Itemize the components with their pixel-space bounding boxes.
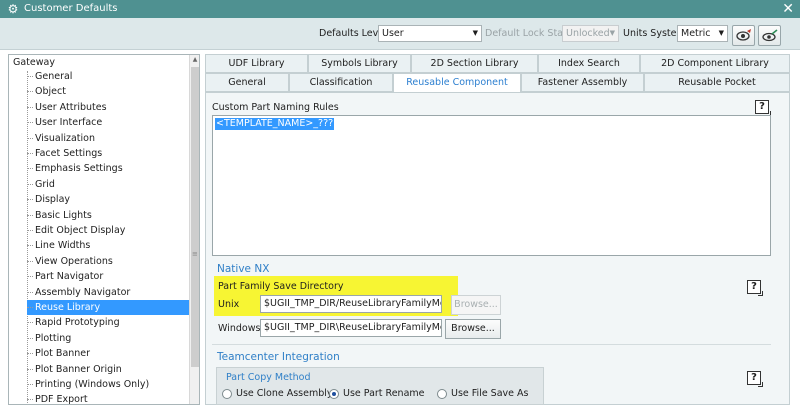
tab-udf-library[interactable]: UDF Library	[205, 54, 308, 73]
defaults-level-select[interactable]: User ▼	[378, 25, 482, 42]
lock-pointer-button[interactable]	[758, 25, 781, 46]
option-label: Use Clone Assembly	[236, 388, 333, 399]
tree-item-reuse-library[interactable]: Reuse Library	[27, 300, 189, 315]
section-divider	[212, 344, 771, 345]
native-nx-header: Native NX	[217, 263, 270, 275]
option-label: Use Part Rename	[343, 388, 425, 399]
windows-label: Windows	[218, 323, 261, 334]
tree-item-plot-banner[interactable]: Plot Banner	[27, 346, 189, 361]
part-copy-method-group: Part Copy Method Use Clone Assembly Use …	[216, 367, 544, 405]
tab-2d-component-library[interactable]: 2D Component Library	[640, 54, 790, 73]
view-filter-button[interactable]	[732, 25, 755, 46]
radio-use-file-save-as[interactable]	[437, 389, 447, 399]
tab-reusable-component[interactable]: Reusable Component	[393, 73, 521, 94]
tab-2d-section-library[interactable]: 2D Section Library	[411, 54, 538, 73]
option-label: Use File Save As	[451, 388, 529, 399]
window-title: Customer Defaults	[24, 3, 118, 14]
tab-general[interactable]: General	[205, 73, 289, 92]
defaults-toolbar: Defaults Level User ▼ Default Lock State…	[0, 18, 800, 50]
tree-item-user-attributes[interactable]: User Attributes	[27, 100, 189, 115]
tree-item-grid[interactable]: Grid	[27, 177, 189, 192]
close-button[interactable]: ✕	[782, 1, 794, 17]
tree-item-rapid-prototyping[interactable]: Rapid Prototyping	[27, 315, 189, 330]
default-lock-state-value: Unlocked	[566, 28, 610, 39]
chevron-down-icon: ▼	[718, 29, 724, 37]
teamcenter-integration-header: Teamcenter Integration	[217, 351, 340, 363]
tree-item-user-interface[interactable]: User Interface	[27, 115, 189, 130]
tab-reusable-pocket[interactable]: Reusable Pocket	[644, 73, 790, 92]
chevron-down-icon: ▼	[472, 29, 478, 37]
scroll-grip-icon: ≡	[192, 250, 198, 258]
scrollbar-thumb[interactable]	[191, 67, 199, 367]
title-bar: ⚙ Customer Defaults ✕	[0, 0, 800, 18]
tree-item-facet-settings[interactable]: Facet Settings	[27, 146, 189, 161]
tab-fastener-assembly[interactable]: Fastener Assembly	[521, 73, 644, 92]
default-lock-state-label: Default Lock State	[485, 28, 573, 39]
tree-item-object[interactable]: Object	[27, 84, 189, 99]
eye-filter-icon	[736, 29, 751, 41]
units-system-select[interactable]: Metric ▼	[677, 25, 728, 42]
tree-item-basic-lights[interactable]: Basic Lights	[27, 208, 189, 223]
custom-naming-label: Custom Part Naming Rules	[212, 102, 339, 113]
tree-item-pdf-export[interactable]: PDF Export	[27, 392, 189, 404]
tree-item-line-widths[interactable]: Line Widths	[27, 238, 189, 253]
eye-lock-icon	[762, 29, 778, 42]
windows-browse-button[interactable]: Browse...	[445, 319, 501, 339]
tab-classification[interactable]: Classification	[289, 73, 393, 92]
reusable-component-panel: Custom Part Naming Rules ? <TEMPLATE_NAM…	[205, 92, 790, 405]
part-copy-method-label: Part Copy Method	[226, 372, 311, 383]
tree-item-edit-object-display[interactable]: Edit Object Display	[27, 223, 189, 238]
part-family-save-directory-label: Part Family Save Directory	[218, 281, 344, 292]
defaults-level-label: Defaults Level	[319, 28, 387, 39]
tree-item-view-operations[interactable]: View Operations	[27, 254, 189, 269]
chevron-down-icon: ▼	[609, 29, 615, 37]
radio-use-part-rename[interactable]	[329, 389, 339, 399]
tree-scrollbar[interactable]: ▲ ≡	[189, 55, 199, 404]
tree-item-plot-banner-origin[interactable]: Plot Banner Origin	[27, 362, 189, 377]
tree-item-part-navigator[interactable]: Part Navigator	[27, 269, 189, 284]
tree-item-assembly-navigator[interactable]: Assembly Navigator	[27, 285, 189, 300]
tree-item-general[interactable]: General	[27, 69, 189, 84]
tab-index-search[interactable]: Index Search	[538, 54, 640, 73]
unix-browse-button[interactable]: Browse...	[451, 295, 501, 315]
help-icon[interactable]: ?	[747, 280, 763, 296]
gear-icon: ⚙	[7, 2, 19, 16]
tree-item-emphasis-settings[interactable]: Emphasis Settings	[27, 161, 189, 176]
tree-item-display[interactable]: Display	[27, 192, 189, 207]
tree-item-printing-windows-only[interactable]: Printing (Windows Only)	[27, 377, 189, 392]
tree-item-visualization[interactable]: Visualization	[27, 131, 189, 146]
units-system-value: Metric	[681, 28, 711, 39]
help-icon[interactable]: ?	[755, 100, 771, 116]
tree-item-plotting[interactable]: Plotting	[27, 331, 189, 346]
windows-path-input[interactable]: $UGII_TMP_DIR\ReuseLibraryFamilyMembers	[260, 319, 442, 337]
radio-use-clone-assembly[interactable]	[222, 389, 232, 399]
custom-naming-value: <TEMPLATE_NAME>_???	[215, 118, 335, 130]
default-lock-state-select[interactable]: Unlocked ▼	[562, 25, 619, 42]
defaults-level-value: User	[382, 28, 404, 39]
tab-strip: UDF Library Symbols Library 2D Section L…	[205, 54, 790, 94]
custom-naming-textarea[interactable]: <TEMPLATE_NAME>_???	[212, 115, 771, 256]
help-icon[interactable]: ?	[747, 371, 763, 387]
unix-label: Unix	[218, 299, 240, 310]
scroll-up-icon[interactable]: ▲	[190, 55, 199, 65]
tree-root-gateway[interactable]: Gateway	[13, 57, 55, 68]
category-tree: Gateway General Object User Attributes User…	[8, 54, 200, 405]
unix-path-input[interactable]: $UGII_TMP_DIR/ReuseLibraryFamilyMembers	[260, 295, 442, 313]
tab-symbols-library[interactable]: Symbols Library	[308, 54, 411, 73]
